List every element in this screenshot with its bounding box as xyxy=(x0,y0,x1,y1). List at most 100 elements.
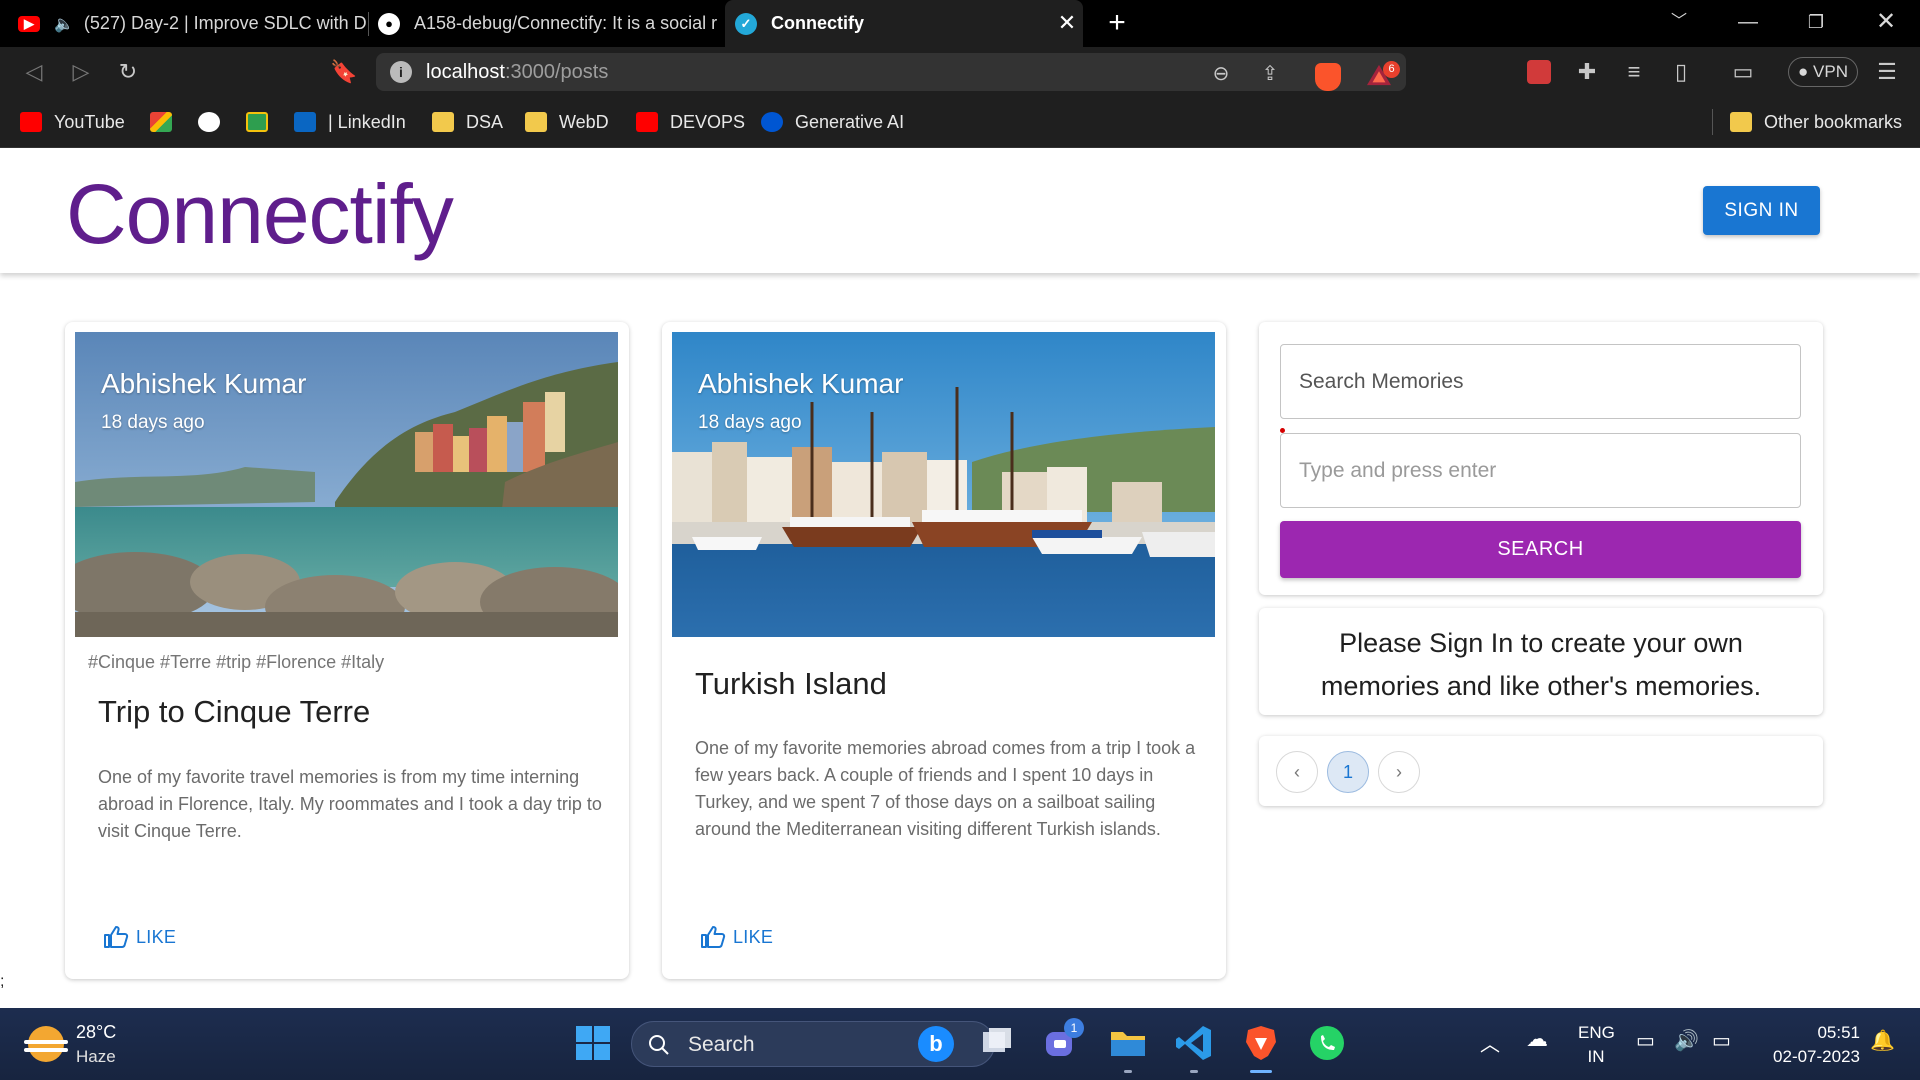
notifications-icon[interactable]: 🔔 xyxy=(1870,1028,1895,1053)
new-tab-button[interactable]: + xyxy=(1100,6,1134,40)
folder-icon xyxy=(1730,112,1752,132)
clock[interactable]: 05:51 02-07-2023 xyxy=(1752,1021,1860,1069)
post-tags: #Cinque #Terre #trip #Florence #Italy xyxy=(88,652,385,672)
network-icon[interactable]: ▭ xyxy=(1636,1028,1655,1053)
close-tab-icon[interactable]: ✕ xyxy=(1052,8,1082,38)
forward-icon[interactable]: ▷ xyxy=(64,55,98,89)
show-hidden-icons-chevron-icon[interactable]: ︿ xyxy=(1480,1028,1500,1057)
back-icon[interactable]: ◁ xyxy=(17,55,51,89)
post-card[interactable]: Abhishek Kumar 18 days ago #Cinque #Terr… xyxy=(65,322,629,979)
like-button[interactable]: LIKE xyxy=(103,922,176,952)
tab-title: Connectify xyxy=(771,13,865,33)
bookmark-folder-dsa[interactable]: DSA xyxy=(432,107,503,137)
url-text[interactable]: localhost:3000/posts xyxy=(426,61,608,84)
sidebar-icon[interactable]: ▯ xyxy=(1664,55,1698,89)
menu-icon[interactable]: ☰ xyxy=(1870,55,1904,89)
previous-page-button[interactable]: ‹ xyxy=(1276,751,1318,793)
taskbar-search-box[interactable]: Search b xyxy=(631,1021,995,1067)
thumb-up-icon xyxy=(104,926,129,948)
tab-search-chevron-icon[interactable]: ﹀ xyxy=(1645,0,1713,44)
minimize-button[interactable]: — xyxy=(1714,0,1782,44)
signin-message-panel: Please Sign In to create your own memori… xyxy=(1259,608,1823,715)
post-title: Trip to Cinque Terre xyxy=(98,694,371,729)
tab-connectify[interactable]: ✓ Connectify xyxy=(725,0,1083,47)
page-1-button[interactable]: 1 xyxy=(1327,751,1369,793)
speaker-icon[interactable]: 🔈 xyxy=(54,14,74,34)
tab-github[interactable]: ● A158-debug/Connectify: It is a social … xyxy=(378,0,718,47)
bookmark-linkedin[interactable]: | LinkedIn xyxy=(294,107,406,137)
windows-taskbar: 28°C Haze Search b 1 ︿ ☁ ENG IN ▭ 🔊 ▭ 05:… xyxy=(0,1008,1920,1080)
post-image: Abhishek Kumar 18 days ago xyxy=(75,332,618,637)
brave-browser-icon[interactable] xyxy=(1240,1022,1282,1064)
bookmark-github[interactable] xyxy=(198,107,232,137)
bookmark-other[interactable]: Other bookmarks xyxy=(1730,107,1902,137)
whatsapp-icon[interactable] xyxy=(1306,1022,1348,1064)
linkedin-icon xyxy=(294,112,316,132)
page-content: Connectify SIGN IN Abhishek Kumar 18 day… xyxy=(0,148,1920,1008)
language-indicator[interactable]: ENG IN xyxy=(1578,1021,1615,1069)
vscode-icon[interactable] xyxy=(1173,1022,1215,1064)
bookmark-classroom[interactable] xyxy=(246,107,280,137)
github-icon: ● xyxy=(378,12,400,35)
close-window-button[interactable]: ✕ xyxy=(1852,0,1920,44)
post-image: Abhishek Kumar 18 days ago xyxy=(672,332,1215,637)
weather-haze-icon[interactable] xyxy=(24,1026,68,1062)
onedrive-cloud-icon[interactable]: ☁ xyxy=(1526,1026,1548,1052)
share-icon[interactable]: ⇪ xyxy=(1257,61,1283,87)
volume-icon[interactable]: 🔊 xyxy=(1674,1028,1699,1053)
tab-youtube[interactable]: ▶ 🔈 (527) Day-2 | Improve SDLC with D xyxy=(18,0,368,47)
zoom-icon[interactable]: ⊖ xyxy=(1208,61,1234,87)
pagination-panel: ‹ 1 › xyxy=(1259,736,1823,806)
windows-start-icon[interactable] xyxy=(572,1022,614,1064)
task-view-icon[interactable] xyxy=(975,1022,1017,1064)
bookmark-page-icon[interactable]: 🔖 xyxy=(327,55,361,89)
bookmark-youtube[interactable]: YouTube xyxy=(20,107,125,137)
file-explorer-icon[interactable] xyxy=(1107,1022,1149,1064)
browser-toolbar: ◁ ▷ ↻ 🔖 i localhost:3000/posts ⊖ ⇪ 6 ✚ ≡… xyxy=(0,47,1920,97)
search-tags-input[interactable]: Type and press enter xyxy=(1280,433,1801,508)
bookmarks-separator xyxy=(1712,109,1713,135)
bookmark-gmail[interactable] xyxy=(150,107,184,137)
playlist-icon[interactable]: ≡ xyxy=(1617,55,1651,89)
youtube-icon xyxy=(636,112,658,132)
browser-tab-bar: ▶ 🔈 (527) Day-2 | Improve SDLC with D ● … xyxy=(0,0,1920,47)
github-icon xyxy=(198,112,220,132)
next-page-button[interactable]: › xyxy=(1378,751,1420,793)
address-bar[interactable]: i localhost:3000/posts ⊖ ⇪ 6 xyxy=(376,53,1406,91)
battery-icon[interactable]: ▭ xyxy=(1712,1028,1731,1053)
tab-title: A158-debug/Connectify: It is a social r xyxy=(414,13,718,33)
folder-icon xyxy=(432,112,454,132)
coursera-icon xyxy=(761,112,783,132)
brand-logo[interactable]: Connectify xyxy=(66,166,454,263)
search-icon xyxy=(649,1035,669,1055)
sign-in-button[interactable]: SIGN IN xyxy=(1703,186,1820,235)
weather-temperature[interactable]: 28°C xyxy=(76,1022,116,1043)
tab-title: (527) Day-2 | Improve SDLC with D xyxy=(83,13,367,33)
restore-button[interactable]: ❐ xyxy=(1782,0,1850,44)
bookmarks-bar: YouTube | LinkedIn DSA WebD DEVOPS Gener… xyxy=(0,97,1920,148)
site-info-icon[interactable]: i xyxy=(390,61,412,83)
thumb-up-icon xyxy=(701,926,726,948)
extension-red-icon[interactable] xyxy=(1522,55,1556,89)
reload-icon[interactable]: ↻ xyxy=(111,55,145,89)
post-timestamp: 18 days ago xyxy=(101,412,205,433)
bookmark-devops[interactable]: DEVOPS xyxy=(636,107,745,137)
bookmark-folder-webd[interactable]: WebD xyxy=(525,107,609,137)
search-memories-input[interactable]: Search Memories xyxy=(1280,344,1801,419)
bing-icon[interactable]: b xyxy=(918,1026,954,1062)
like-button[interactable]: LIKE xyxy=(700,922,773,952)
vpn-button[interactable]: ● VPN xyxy=(1788,57,1858,87)
weather-condition[interactable]: Haze xyxy=(76,1047,116,1067)
bookmark-generative-ai[interactable]: Generative AI xyxy=(761,107,904,137)
search-button[interactable]: SEARCH xyxy=(1280,521,1801,578)
teams-chat-icon[interactable]: 1 xyxy=(1040,1018,1084,1064)
stray-text: ; xyxy=(0,973,5,990)
post-message: One of my favorite memories abroad comes… xyxy=(695,738,1196,839)
post-card[interactable]: Abhishek Kumar 18 days ago Turkish Islan… xyxy=(662,322,1226,979)
post-timestamp: 18 days ago xyxy=(698,412,802,433)
brave-shields-icon[interactable] xyxy=(1315,63,1341,91)
folder-icon xyxy=(525,112,547,132)
extensions-puzzle-icon[interactable]: ✚ xyxy=(1570,55,1604,89)
wallet-icon[interactable]: ▭ xyxy=(1726,55,1760,89)
post-title: Turkish Island xyxy=(695,666,887,701)
